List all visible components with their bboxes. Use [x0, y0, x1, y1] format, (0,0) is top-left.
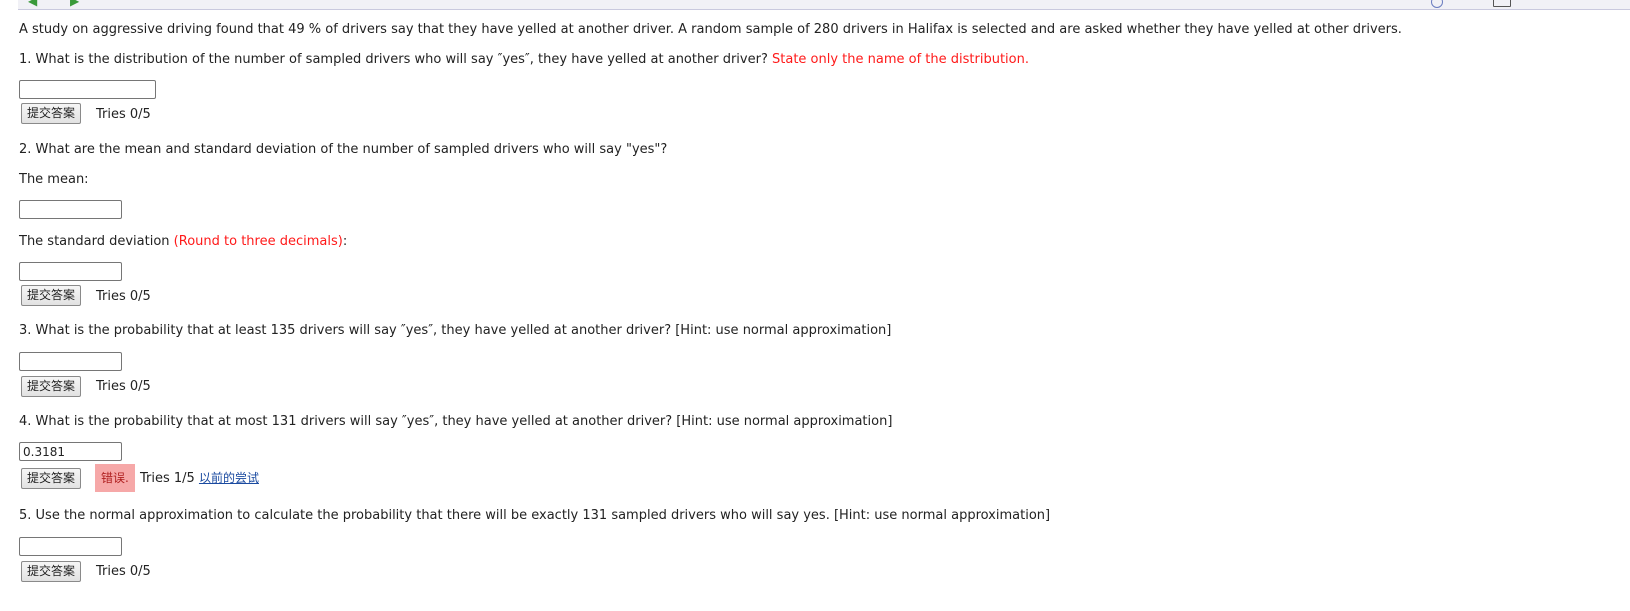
browser-toolbar-strip: ◀ ▶: [18, 0, 1630, 10]
forward-arrow-icon[interactable]: ▶: [70, 0, 79, 8]
back-arrow-icon[interactable]: ◀: [28, 0, 37, 8]
sd-colon: :: [342, 234, 348, 249]
mean-input[interactable]: [19, 200, 122, 219]
mean-label: The mean:: [19, 172, 89, 187]
q1-answer-input[interactable]: [19, 80, 156, 99]
q4-submit-button[interactable]: 提交答案: [21, 468, 82, 489]
question-5-text: 5. Use the normal approximation to calcu…: [19, 508, 1051, 523]
q3-submit-button[interactable]: 提交答案: [21, 376, 82, 397]
question-1-text: 1. What is the distribution of the numbe…: [19, 52, 768, 67]
window-icon[interactable]: [1493, 0, 1511, 7]
sd-round-note: (Round to three decimals): [173, 234, 343, 249]
q4-incorrect-badge: 错误.: [95, 464, 135, 492]
question-1: 1. What is the distribution of the numbe…: [19, 51, 1029, 68]
q4-tries-line: Tries 1/5 以前的尝试: [140, 470, 259, 487]
sd-input[interactable]: [19, 262, 122, 281]
q2-tries: Tries 0/5: [96, 289, 151, 304]
q1-submit-button[interactable]: 提交答案: [21, 103, 82, 124]
q3-answer-input[interactable]: [19, 352, 122, 371]
help-icon[interactable]: [1431, 0, 1443, 8]
question-2-text: 2. What are the mean and standard deviat…: [19, 142, 668, 157]
q1-tries: Tries 0/5: [96, 107, 151, 122]
q2-submit-button[interactable]: 提交答案: [21, 285, 82, 306]
problem-intro: A study on aggressive driving found that…: [19, 22, 1402, 37]
sd-label: The standard deviation: [19, 234, 170, 249]
q4-tries: Tries 1/5: [140, 471, 195, 486]
q5-tries: Tries 0/5: [96, 564, 151, 579]
q4-answer-input[interactable]: [19, 442, 122, 461]
q5-answer-input[interactable]: [19, 537, 122, 556]
question-4-text: 4. What is the probability that at most …: [19, 414, 893, 429]
previous-attempts-link[interactable]: 以前的尝试: [199, 471, 259, 485]
q3-tries: Tries 0/5: [96, 379, 151, 394]
question-1-note: State only the name of the distribution.: [772, 52, 1029, 67]
q5-submit-button[interactable]: 提交答案: [21, 561, 82, 582]
question-3-text: 3. What is the probability that at least…: [19, 323, 892, 338]
sd-label-line: The standard deviation (Round to three d…: [19, 233, 347, 250]
